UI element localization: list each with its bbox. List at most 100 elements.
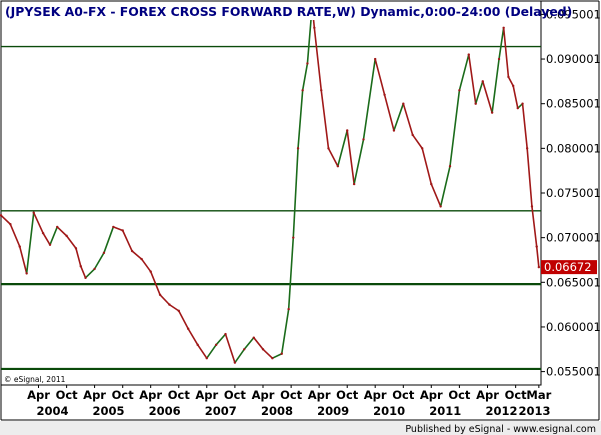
x-year-label: 2010 <box>373 404 405 418</box>
chart-root: 0.055001 0.060001 0.065001 0.070001 0.075001… <box>0 0 601 435</box>
data-point <box>448 165 452 168</box>
data-point <box>336 165 340 168</box>
data-point <box>261 348 265 351</box>
x-month-label: Apr <box>27 388 50 402</box>
data-point <box>421 147 424 150</box>
data-point <box>292 236 295 239</box>
data-point <box>287 307 290 311</box>
data-point <box>467 53 470 56</box>
x-year-label: 2009 <box>317 404 349 418</box>
x-month-label: Apr <box>83 388 106 402</box>
data-point <box>296 147 300 150</box>
y-tick-label: 0.090001 <box>546 52 601 66</box>
data-point <box>402 102 405 105</box>
data-point <box>271 357 274 360</box>
x-year-label: 2011 <box>429 404 461 418</box>
x-month-label: Apr <box>420 388 443 402</box>
y-tick-label: 0.065001 <box>546 275 601 289</box>
data-point <box>430 182 433 186</box>
data-point <box>196 343 199 347</box>
data-point <box>346 129 349 132</box>
y-tick-label: 0.075001 <box>546 186 601 200</box>
data-point <box>530 205 534 208</box>
chart-title: (JPYSEK A0-FX - FOREX CROSS FORWARD RATE… <box>5 4 572 19</box>
data-point <box>112 225 115 229</box>
x-month-label: Oct <box>280 388 303 402</box>
last-value-label: 0.06672 <box>544 260 592 274</box>
data-point <box>177 309 180 313</box>
data-point <box>511 84 515 88</box>
data-point <box>214 343 218 347</box>
data-point <box>383 93 386 96</box>
data-point <box>516 106 519 110</box>
data-point <box>474 102 477 105</box>
data-point <box>521 102 524 105</box>
data-point <box>41 231 45 235</box>
x-year-label: 2006 <box>149 404 181 418</box>
x-year-label: 2013 <box>519 404 551 418</box>
x-month-label: Apr <box>364 388 387 402</box>
y-tick-label: 0.070001 <box>546 231 601 245</box>
data-point <box>48 243 52 246</box>
data-point <box>233 361 237 364</box>
data-point <box>411 133 414 137</box>
x-month-label: Oct <box>392 388 415 402</box>
data-point <box>84 276 87 280</box>
data-point <box>130 249 134 253</box>
x-month-label: Oct <box>168 388 191 402</box>
data-point <box>439 205 442 208</box>
footer-text: Published by eSignal - www.esignal.com <box>405 424 596 435</box>
data-point <box>149 270 152 273</box>
data-point <box>392 129 396 132</box>
data-point <box>481 80 484 83</box>
data-point <box>205 357 208 360</box>
x-month-label: Apr <box>139 388 162 402</box>
data-point <box>102 251 106 255</box>
data-point <box>140 257 143 261</box>
x-month-label: Apr <box>476 388 499 402</box>
data-point <box>224 332 227 336</box>
data-point <box>74 247 78 250</box>
data-point <box>280 352 283 355</box>
data-point <box>121 229 124 232</box>
data-point <box>301 89 304 92</box>
y-tick-label: 0.085001 <box>546 97 601 111</box>
data-point <box>490 111 494 114</box>
data-point <box>158 293 162 297</box>
data-point <box>252 336 255 339</box>
data-point <box>373 57 377 61</box>
last-value-tag: 0.06672 <box>541 260 597 275</box>
y-tick-label: 0.060001 <box>546 320 601 334</box>
data-point <box>537 265 541 269</box>
x-month-label: Apr <box>195 388 218 402</box>
x-month-label: Oct <box>448 388 471 402</box>
y-tick-label: 0.055001 <box>546 365 601 379</box>
data-point <box>525 147 529 150</box>
x-month-label: Oct <box>336 388 359 402</box>
x-month-label: Mar <box>526 388 551 402</box>
data-point <box>352 182 356 186</box>
data-point <box>79 265 82 268</box>
data-point <box>507 75 510 79</box>
x-month-label: Apr <box>308 388 331 402</box>
data-point <box>25 272 28 275</box>
data-point <box>535 245 538 248</box>
y-tick-label: 0.080001 <box>546 141 601 155</box>
x-year-label: 2004 <box>36 404 68 418</box>
x-year-label: 2007 <box>205 404 237 418</box>
data-point <box>168 303 171 306</box>
chart-canvas: 0.055001 0.060001 0.065001 0.070001 0.075001… <box>0 0 601 435</box>
copyright-text: © eSignal, 2011 <box>4 375 66 384</box>
data-point <box>186 327 190 330</box>
data-point <box>313 26 316 29</box>
x-year-label: 2012 <box>485 404 517 418</box>
x-month-label: Oct <box>224 388 247 402</box>
y-axis: 0.055001 0.060001 0.065001 0.070001 0.075001… <box>541 7 601 379</box>
data-point <box>327 147 330 150</box>
x-month-label: Apr <box>252 388 275 402</box>
data-point <box>32 211 35 214</box>
data-point <box>9 223 12 226</box>
x-year-label: 2005 <box>93 404 125 418</box>
data-point <box>458 89 461 92</box>
data-point <box>243 348 246 351</box>
